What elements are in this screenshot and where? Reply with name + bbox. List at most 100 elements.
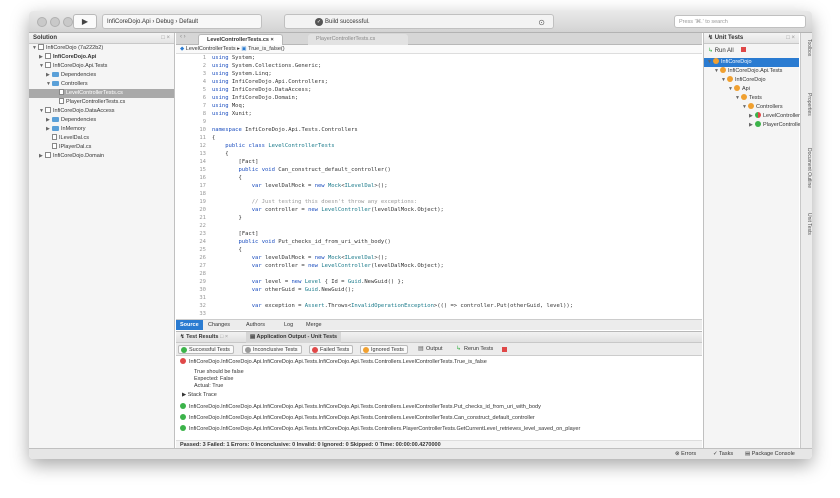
nav-arrows-icon[interactable]: ‹ ›	[180, 34, 186, 40]
toolbox-tab[interactable]: Toolbox	[802, 39, 812, 56]
package-console-button[interactable]: ▤ Package Console	[745, 449, 795, 459]
code-line[interactable]: [Fact]	[212, 231, 258, 237]
path-class[interactable]: LevelControllerTests	[186, 46, 236, 52]
code-keyword: var	[251, 279, 262, 285]
crumb-project[interactable]: InfiCoreDojo.Api	[107, 19, 151, 25]
code-line[interactable]: using System.Linq;	[212, 71, 272, 77]
tree-item-label: LevelControllerTests.cs	[66, 90, 123, 96]
tree-item[interactable]: ▶ Dependencies	[29, 116, 174, 125]
code-line[interactable]: using InfiCoreDojo.Domain;	[212, 95, 298, 101]
tab-application-output[interactable]: ▤ Application Output - Unit Tests	[246, 332, 342, 343]
code-line[interactable]: var controller = new LevelController(lev…	[212, 207, 444, 213]
filter-ignored-tests-button[interactable]: Ignored Tests	[360, 345, 408, 354]
tab-authors[interactable]: Authors	[242, 320, 269, 330]
tree-item[interactable]: ▼ InfiCoreDojo (7a222b2)	[29, 44, 174, 53]
code-line[interactable]: using System.Collections.Generic;	[212, 63, 321, 69]
code-line[interactable]: public class LevelControllerTests	[212, 143, 334, 149]
minimize-window-button[interactable]	[50, 17, 60, 27]
tree-item[interactable]: ▶ Dependencies	[29, 71, 174, 80]
code-line[interactable]: var otherGuid = Guid.NewGuid();	[212, 287, 355, 293]
crumb-device[interactable]: Default	[179, 19, 198, 25]
tree-item[interactable]: ▼ InfiCoreDojo.Api.Tests	[29, 62, 174, 71]
unit-tree-item[interactable]: ▼ InfiCoreDojo.Api.Tests	[704, 67, 799, 76]
search-input[interactable]: Press '⌘.' to search	[674, 15, 806, 28]
stack-trace-toggle[interactable]: ▶ Stack Trace	[176, 391, 702, 400]
code-line[interactable]: [Fact]	[212, 159, 258, 165]
code-line[interactable]: {	[212, 175, 241, 181]
zoom-window-button[interactable]	[63, 17, 73, 27]
run-all-button[interactable]: Run All	[715, 48, 734, 54]
unit-tests-pad: ↯ Unit Tests □ × ↳ Run All ▼ InfiCoreDojo ▼…	[703, 33, 806, 448]
code-keyword: using	[212, 87, 229, 93]
close-icon[interactable]: □ ×	[786, 33, 795, 44]
tab-merge[interactable]: Merge	[302, 320, 326, 330]
tree-item[interactable]: PlayerControllerTests.cs	[29, 98, 174, 107]
unit-tree-item[interactable]: ▼ InfiCoreDojo	[704, 58, 799, 67]
toolbar-icon: ↳	[456, 346, 462, 352]
tree-item[interactable]: ▼ InfiCoreDojo.DataAccess	[29, 107, 174, 116]
unit-tree-item[interactable]: ▼ Tests	[704, 94, 799, 103]
code-line[interactable]: using Moq;	[212, 103, 245, 109]
tree-item[interactable]: ILevelDal.cs	[29, 134, 174, 143]
failed-test-row[interactable]: InfiCoreDojo.InfiCoreDojo.Api.InfiCoreDo…	[176, 357, 702, 366]
properties-tab[interactable]: Properties	[802, 93, 812, 116]
code-line[interactable]: public void Put_checks_id_from_uri_with_…	[212, 239, 391, 245]
tab-changes[interactable]: Changes	[204, 320, 234, 330]
tree-item[interactable]: LevelControllerTests.cs	[29, 89, 174, 98]
code-line[interactable]: {	[212, 247, 241, 253]
code-line[interactable]: // Just testing this doesn't throw any e…	[212, 199, 418, 205]
tab-source[interactable]: Source	[176, 320, 203, 330]
crumb-config[interactable]: Debug	[156, 19, 174, 25]
document-outline-tab[interactable]: Document Outline	[802, 148, 812, 188]
test-message[interactable]: Actual: True	[176, 382, 702, 391]
passed-test-row[interactable]: InfiCoreDojo.InfiCoreDojo.Api.InfiCoreDo…	[176, 413, 702, 422]
tasks-button[interactable]: ✓ Tasks	[713, 449, 733, 459]
unit-tree-item[interactable]: ▼ InfiCoreDojo	[704, 76, 799, 85]
unit-tree-item[interactable]: ▶ LevelControllerTe	[704, 112, 806, 121]
code-line[interactable]: {	[212, 135, 215, 141]
tab-test-results[interactable]: ↯ Test Results □ ×	[180, 332, 228, 343]
filter-inconclusive-tests-button[interactable]: Inconclusive Tests	[242, 345, 302, 354]
stop-icon[interactable]	[502, 347, 507, 352]
filter-output-button[interactable]: ▤ Output	[416, 345, 446, 354]
passed-test-row[interactable]: InfiCoreDojo.InfiCoreDojo.Api.InfiCoreDo…	[176, 424, 702, 433]
code-line[interactable]: {	[212, 151, 228, 157]
path-method[interactable]: True_is_false()	[248, 46, 284, 52]
code-line[interactable]: var levelDalMock = new Mock<ILevelDal>()…	[212, 183, 388, 189]
unit-tree-item[interactable]: ▼ Controllers	[704, 103, 799, 112]
filter-rerun-tests-button[interactable]: ↳ Rerun Tests	[454, 345, 496, 354]
unit-tree-item[interactable]: ▼ Api	[704, 85, 799, 94]
configuration-breadcrumb[interactable]: InfiCoreDojo.Api › Debug › Default	[102, 14, 262, 29]
stop-icon[interactable]	[741, 47, 747, 52]
tree-item[interactable]: IPlayerDal.cs	[29, 143, 174, 152]
code-line[interactable]: public void Can_construct_default_contro…	[212, 167, 391, 173]
code-line[interactable]: var controller = new LevelController(lev…	[212, 263, 444, 269]
code-line[interactable]: }	[212, 215, 241, 221]
tree-item[interactable]: ▶ InfiCoreDojo.Api	[29, 53, 174, 62]
code-line[interactable]: using InfiCoreDojo.Api.Controllers;	[212, 79, 328, 85]
passed-test-row[interactable]: InfiCoreDojo.InfiCoreDojo.Api.InfiCoreDo…	[176, 402, 702, 411]
tab-log[interactable]: Log	[280, 320, 297, 330]
code-line[interactable]: namespace InfiCoreDojo.Api.Tests.Control…	[212, 127, 358, 133]
close-window-button[interactable]	[37, 17, 47, 27]
code-line[interactable]: var levelDalMock = new Mock<ILevelDal>()…	[212, 255, 388, 261]
tab-level-controller-tests[interactable]: LevelControllerTests.cs ×	[198, 34, 283, 45]
tree-item[interactable]: ▶ InfiCoreDojo.Domain	[29, 152, 174, 161]
tree-item[interactable]: ▶ InMemory	[29, 125, 174, 134]
code-area[interactable]: 1 using System; 2 using System.Collections.…	[176, 55, 702, 318]
unit-tree-item[interactable]: ▶ PlayerControllerT	[704, 121, 806, 130]
run-button[interactable]: ▶	[73, 14, 97, 29]
code-line[interactable]: var exception = Assert.Throws<InvalidOpe…	[212, 303, 573, 309]
unit-tests-tab[interactable]: Unit Tests	[802, 213, 812, 235]
filter-successful-tests-button[interactable]: Successful Tests	[178, 345, 234, 354]
filter-failed-tests-button[interactable]: Failed Tests	[309, 345, 354, 354]
tree-item[interactable]: ▼ Controllers	[29, 80, 174, 89]
gear-icon[interactable]: ⊙	[538, 16, 545, 30]
close-icon[interactable]: □ ×	[161, 33, 170, 44]
code-line[interactable]: using Xunit;	[212, 111, 252, 117]
code-line[interactable]: var level = new Level { Id = Guid.NewGui…	[212, 279, 404, 285]
tab-player-controller-tests[interactable]: PlayerControllerTests.cs	[308, 34, 408, 45]
code-line[interactable]: using System;	[212, 55, 255, 61]
code-line[interactable]: using InfiCoreDojo.DataAccess;	[212, 87, 311, 93]
errors-button[interactable]: ⊗ Errors	[675, 449, 696, 459]
